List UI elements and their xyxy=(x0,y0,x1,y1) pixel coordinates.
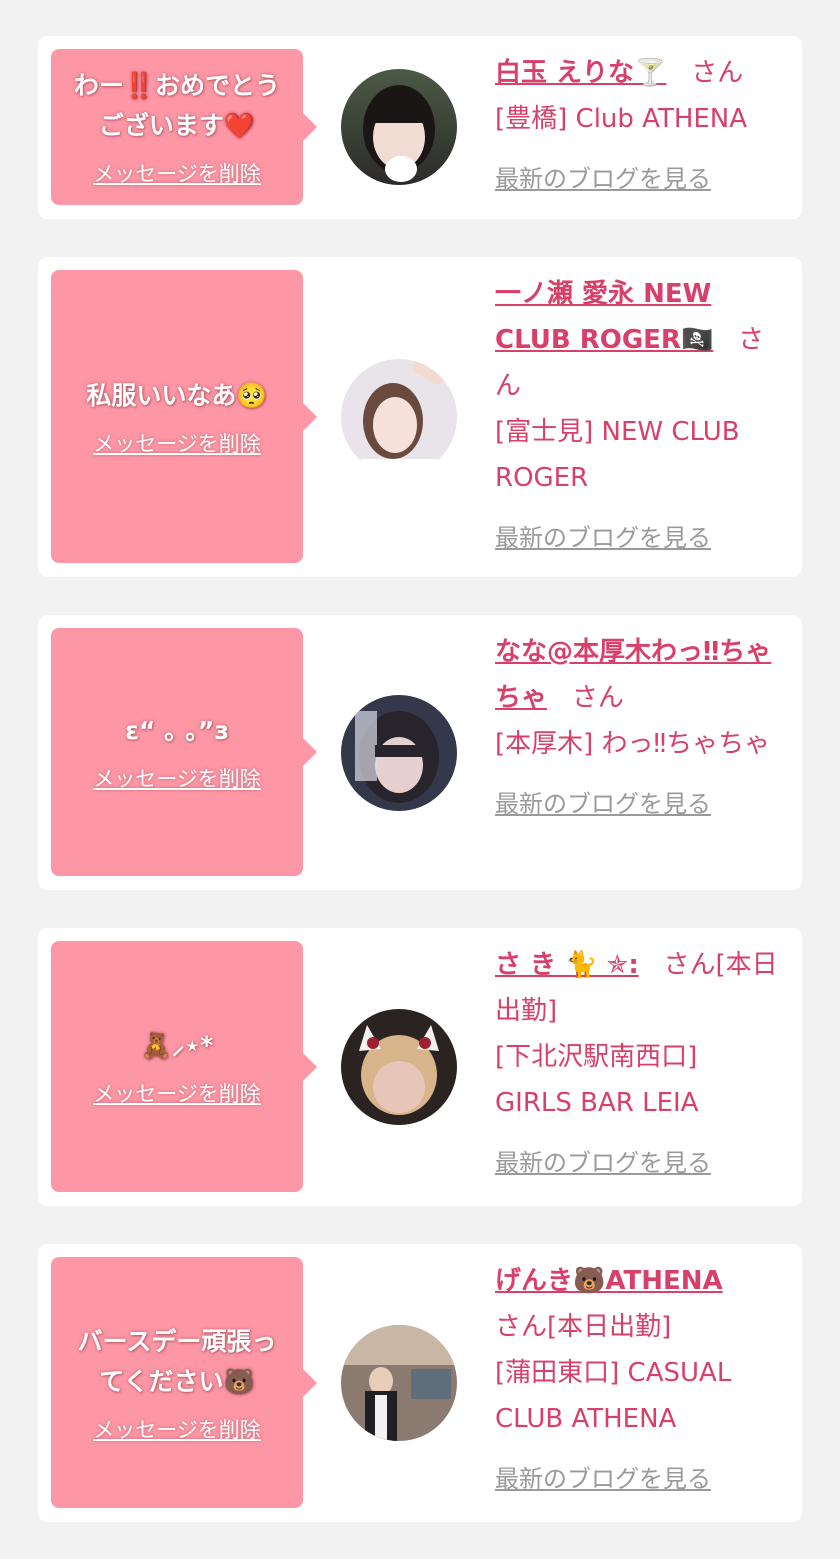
message-text: バースデー頑張っ てください🐻 xyxy=(77,1326,277,1396)
shop-name: [蒲田東口] CASUAL CLUB ATHENA xyxy=(495,1358,732,1434)
cast-honorific: さん[本日出勤] xyxy=(495,1312,672,1342)
latest-blog-link[interactable]: 最新のブログを見る xyxy=(495,156,711,202)
latest-blog-link[interactable]: 最新のブログを見る xyxy=(495,1456,711,1502)
cast-info: 白玉 えりな🍸 さん [豊橋] Club ATHENA 最新のブログを見る xyxy=(495,50,782,202)
cast-name-link[interactable]: げんき🐻ATHENA xyxy=(495,1266,723,1296)
cast-avatar[interactable] xyxy=(341,359,457,475)
cast-name-link[interactable]: 白玉 えりな🍸 xyxy=(495,58,666,88)
message-card: ε“ ｡ ｡”з メッセージを削除 なな@本厚木わっ‼ちゃちゃ さん [本厚木]… xyxy=(38,615,802,890)
delete-message-link[interactable]: メッセージを削除 xyxy=(93,1078,261,1108)
message-text: わー‼️おめでとう ございます❤️ xyxy=(73,71,281,140)
cast-name-link[interactable]: なな@本厚木わっ‼ちゃちゃ xyxy=(495,637,771,713)
cast-honorific: さん xyxy=(571,683,624,713)
shop-name: [下北沢駅南西口] GIRLS BAR LEIA xyxy=(495,1042,699,1118)
message-card: 🧸⸝⋆* メッセージを削除 さ き 🐈 ✯: さん[本日出勤] [下北沢駅南西口… xyxy=(38,928,802,1206)
cast-avatar[interactable] xyxy=(341,1009,457,1125)
cast-info: なな@本厚木わっ‼ちゃちゃ さん [本厚木] わっ‼ちゃちゃ 最新のブログを見る xyxy=(495,629,782,827)
message-text: 私服いいなあ🥺 xyxy=(86,380,268,410)
cast-name-link[interactable]: さ き 🐈 ✯: xyxy=(495,950,639,980)
message-bubble: ε“ ｡ ｡”з メッセージを削除 xyxy=(51,628,317,876)
message-text: ε“ ｡ ｡”з xyxy=(125,716,229,745)
delete-message-link[interactable]: メッセージを削除 xyxy=(93,428,261,458)
cast-info: 一ノ瀬 愛永 NEW CLUB ROGER🏴‍☠️ さん [富士見] NEW C… xyxy=(495,271,782,561)
message-text: 🧸⸝⋆* xyxy=(140,1030,214,1060)
cast-name-link[interactable]: 一ノ瀬 愛永 NEW CLUB ROGER🏴‍☠️ xyxy=(495,279,713,355)
message-bubble: 🧸⸝⋆* メッセージを削除 xyxy=(51,941,317,1192)
delete-message-link[interactable]: メッセージを削除 xyxy=(93,763,261,793)
shop-name: [豊橋] Club ATHENA xyxy=(495,104,748,134)
latest-blog-link[interactable]: 最新のブログを見る xyxy=(495,1140,711,1186)
shop-name: [富士見] NEW CLUB ROGER xyxy=(495,417,740,493)
cast-info: げんき🐻ATHENA さん[本日出勤] [蒲田東口] CASUAL CLUB A… xyxy=(495,1258,782,1502)
message-card: わー‼️おめでとう ございます❤️ メッセージを削除 白玉 えりな🍸 さん [豊… xyxy=(38,36,802,219)
delete-message-link[interactable]: メッセージを削除 xyxy=(93,1414,261,1444)
message-list: わー‼️おめでとう ございます❤️ メッセージを削除 白玉 えりな🍸 さん [豊… xyxy=(0,0,840,1559)
message-bubble: わー‼️おめでとう ございます❤️ メッセージを削除 xyxy=(51,49,317,205)
message-bubble: 私服いいなあ🥺 メッセージを削除 xyxy=(51,270,317,563)
cast-honorific: さん xyxy=(691,58,744,88)
shop-name: [本厚木] わっ‼ちゃちゃ xyxy=(495,729,771,759)
message-bubble: バースデー頑張っ てください🐻 メッセージを削除 xyxy=(51,1257,317,1508)
cast-avatar[interactable] xyxy=(341,69,457,185)
latest-blog-link[interactable]: 最新のブログを見る xyxy=(495,781,711,827)
cast-info: さ き 🐈 ✯: さん[本日出勤] [下北沢駅南西口] GIRLS BAR LE… xyxy=(495,942,782,1186)
message-card: 私服いいなあ🥺 メッセージを削除 一ノ瀬 愛永 NEW CLUB ROGER🏴‍… xyxy=(38,257,802,577)
cast-avatar[interactable] xyxy=(341,1325,457,1441)
message-card: バースデー頑張っ てください🐻 メッセージを削除 げんき🐻ATHENA さん[本… xyxy=(38,1244,802,1522)
cast-avatar[interactable] xyxy=(341,695,457,811)
latest-blog-link[interactable]: 最新のブログを見る xyxy=(495,515,711,561)
delete-message-link[interactable]: メッセージを削除 xyxy=(93,158,261,188)
